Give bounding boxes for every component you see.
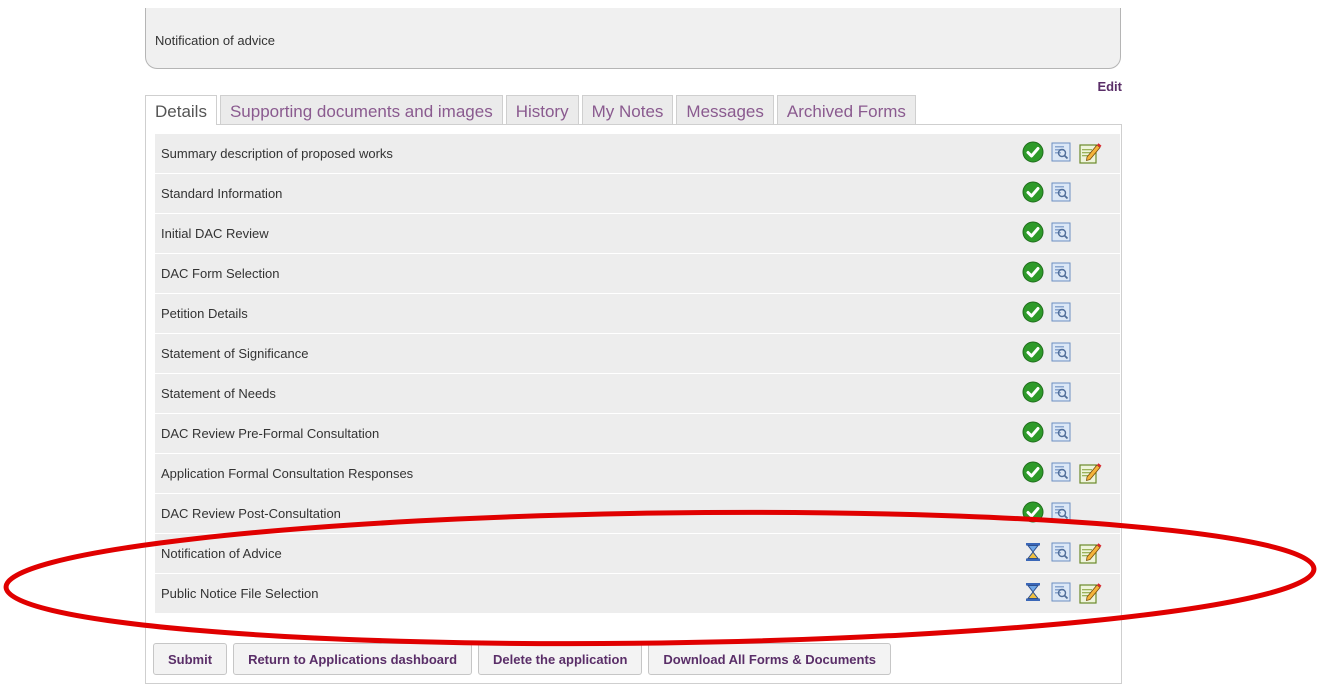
form-row-label: Summary description of proposed works [161,146,393,161]
view-form-icon[interactable] [1050,581,1076,607]
edit-form-icon[interactable] [1078,141,1104,167]
form-row-label: Standard Information [161,186,283,201]
return-dashboard-button[interactable]: Return to Applications dashboard [233,643,473,675]
view-form-icon[interactable] [1050,141,1076,167]
view-form-icon[interactable] [1050,381,1076,407]
view-form-icon[interactable] [1050,181,1076,207]
form-row-label: Initial DAC Review [161,226,269,241]
forms-list: Summary description of proposed works Sta… [155,134,1120,614]
view-form-icon[interactable] [1050,421,1076,447]
edit-form-icon[interactable] [1078,581,1104,607]
form-row[interactable]: DAC Review Post-Consultation [155,494,1120,534]
complete-check-icon [1022,501,1048,527]
form-row-label: Statement of Needs [161,386,276,401]
edit-link[interactable]: Edit [1097,79,1122,94]
pending-hourglass-icon [1022,581,1048,607]
tab-history[interactable]: History [505,95,579,124]
form-row-label: Petition Details [161,306,248,321]
complete-check-icon [1022,181,1048,207]
application-status-text: Notification of advice [155,33,275,48]
view-form-icon[interactable] [1050,341,1076,367]
submit-button[interactable]: Submit [153,643,228,675]
tab-archived-forms[interactable]: Archived Forms [776,95,916,124]
form-row[interactable]: Statement of Significance [155,334,1120,374]
action-buttons: Submit Return to Applications dashboard … [153,643,892,675]
form-row-label: Notification of Advice [161,546,282,561]
tab-supporting-documents[interactable]: Supporting documents and images [219,95,503,124]
view-form-icon[interactable] [1050,221,1076,247]
complete-check-icon [1022,221,1048,247]
complete-check-icon [1022,461,1048,487]
form-row[interactable]: Standard Information [155,174,1120,214]
tab-bar: Details Supporting documents and images … [145,95,916,125]
form-row-label: Statement of Significance [161,346,309,361]
view-form-icon[interactable] [1050,461,1076,487]
download-all-button[interactable]: Download All Forms & Documents [648,643,892,675]
form-row[interactable]: Public Notice File Selection [155,574,1120,614]
complete-check-icon [1022,381,1048,407]
form-row-label: DAC Form Selection [161,266,280,281]
tab-messages[interactable]: Messages [676,95,774,124]
form-row-label: DAC Review Pre-Formal Consultation [161,426,380,441]
edit-form-icon[interactable] [1078,541,1104,567]
complete-check-icon [1022,301,1048,327]
view-form-icon[interactable] [1050,501,1076,527]
complete-check-icon [1022,261,1048,287]
complete-check-icon [1022,421,1048,447]
form-row[interactable]: Application Formal Consultation Response… [155,454,1120,494]
view-form-icon[interactable] [1050,261,1076,287]
complete-check-icon [1022,341,1048,367]
form-row[interactable]: Petition Details [155,294,1120,334]
form-row[interactable]: Initial DAC Review [155,214,1120,254]
edit-form-icon[interactable] [1078,461,1104,487]
form-row[interactable]: DAC Review Pre-Formal Consultation [155,414,1120,454]
tab-my-notes[interactable]: My Notes [581,95,674,124]
form-row[interactable]: Statement of Needs [155,374,1120,414]
delete-application-button[interactable]: Delete the application [478,643,643,675]
details-panel: Summary description of proposed works Sta… [145,124,1122,684]
application-status-box: Notification of advice [145,8,1121,69]
view-form-icon[interactable] [1050,541,1076,567]
form-row-label: Public Notice File Selection [161,586,319,601]
tab-details[interactable]: Details [145,95,217,125]
view-form-icon[interactable] [1050,301,1076,327]
form-row-label: DAC Review Post-Consultation [161,506,341,521]
pending-hourglass-icon [1022,541,1048,567]
form-row-label: Application Formal Consultation Response… [161,466,414,481]
form-row[interactable]: Summary description of proposed works [155,134,1120,174]
form-row[interactable]: Notification of Advice [155,534,1120,574]
form-row[interactable]: DAC Form Selection [155,254,1120,294]
complete-check-icon [1022,141,1048,167]
